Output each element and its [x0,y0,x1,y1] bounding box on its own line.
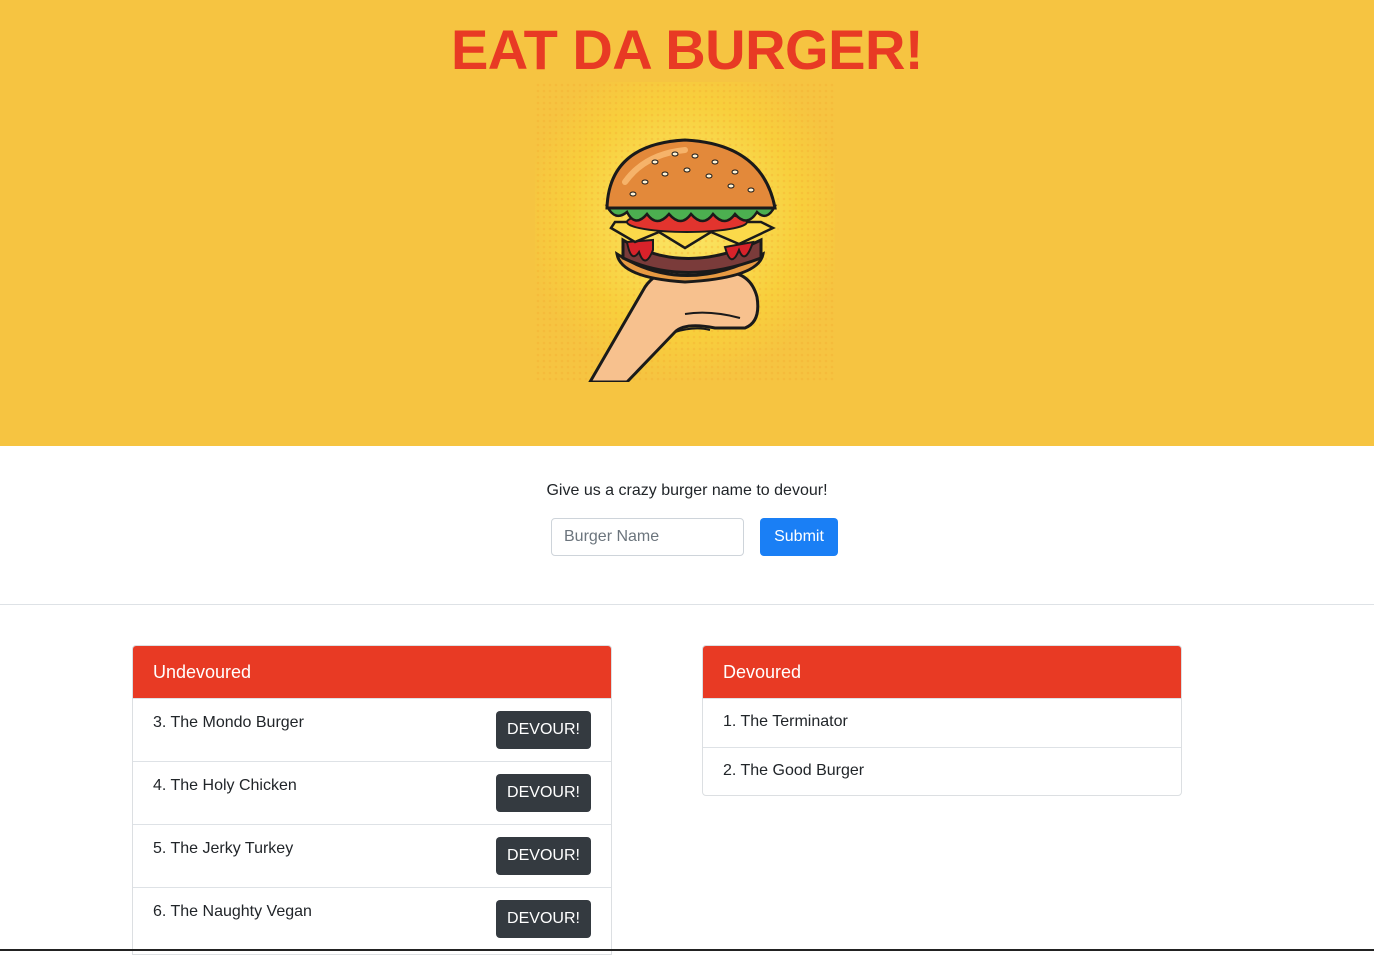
burger-label: 2. The Good Burger [723,762,865,779]
list-item: 3. The Mondo Burger DEVOUR! [133,698,611,761]
devour-button[interactable]: DEVOUR! [496,711,591,749]
devour-button[interactable]: DEVOUR! [496,900,591,938]
divider [0,604,1374,605]
hero-banner: EAT DA BURGER! [0,0,1374,446]
burger-form: Give us a crazy burger name to devour! S… [0,446,1374,604]
undevoured-card: Undevoured 3. The Mondo Burger DEVOUR! 4… [132,645,612,955]
undevoured-header: Undevoured [133,646,611,698]
list-item: 2. The Good Burger [703,747,1181,795]
devour-button[interactable]: DEVOUR! [496,837,591,875]
submit-button[interactable]: Submit [760,518,838,556]
burger-label: 5. The Jerky Turkey [153,840,294,857]
devoured-header: Devoured [703,646,1181,698]
burger-label: 3. The Mondo Burger [153,714,304,731]
page-title: EAT DA BURGER! [450,18,924,81]
list-item: 4. The Holy Chicken DEVOUR! [133,761,611,824]
list-item: 1. The Terminator [703,698,1181,747]
list-item: 6. The Naughty Vegan DEVOUR! [133,887,611,950]
burger-label: 1. The Terminator [723,713,848,730]
burger-label: 6. The Naughty Vegan [153,903,312,920]
list-item: 5. The Jerky Turkey DEVOUR! [133,824,611,887]
form-prompt: Give us a crazy burger name to devour! [546,482,828,499]
burger-name-input[interactable] [551,518,744,556]
burger-label: 4. The Holy Chicken [153,777,297,794]
devoured-card: Devoured 1. The Terminator 2. The Good B… [702,645,1182,796]
devour-button[interactable]: DEVOUR! [496,774,591,812]
burger-hand-image [535,82,835,382]
